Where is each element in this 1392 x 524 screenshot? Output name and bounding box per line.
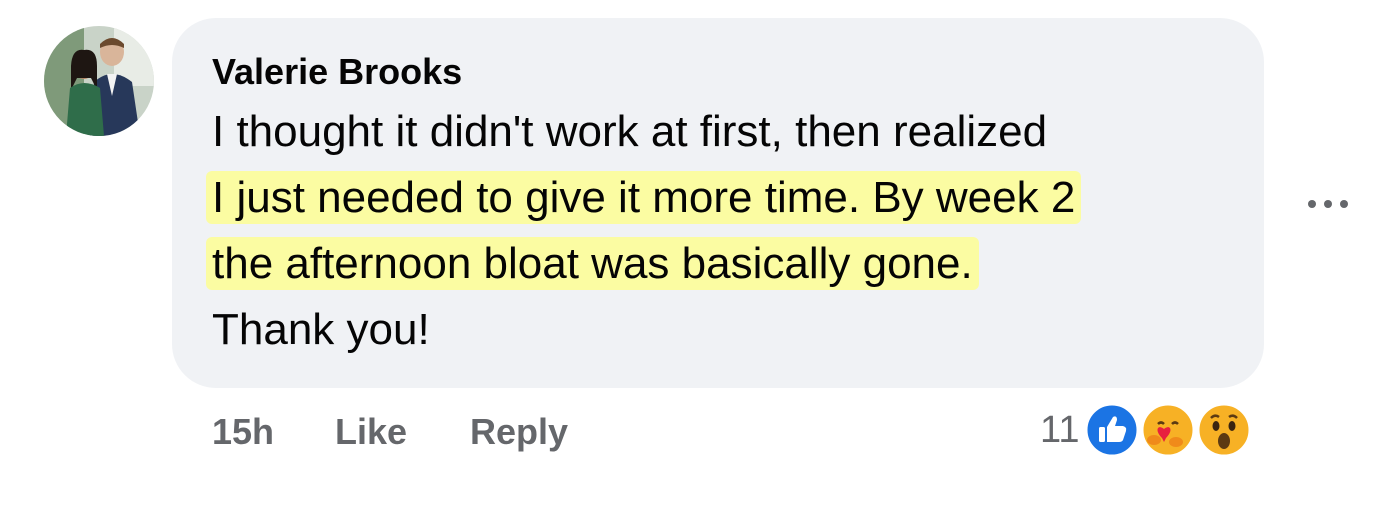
comment-author[interactable]: Valerie Brooks xyxy=(212,50,462,94)
reaction-count[interactable]: 11 xyxy=(1040,408,1079,452)
like-button[interactable]: Like xyxy=(335,410,407,454)
comment-text-line: Thank you! xyxy=(212,302,430,358)
comment-text-line: the afternoon bloat was basically gone. xyxy=(206,236,979,292)
comment-text-line: I just needed to give it more time. By w… xyxy=(206,170,1082,226)
comment-text-line: I thought it didn't work at first, then … xyxy=(212,104,1047,160)
comment-timestamp[interactable]: 15h xyxy=(212,410,274,454)
highlighted-text: I just needed to give it more time. By w… xyxy=(206,171,1082,224)
wow-icon xyxy=(1196,402,1252,458)
care-icon xyxy=(1140,402,1196,458)
avatar-photo xyxy=(44,26,154,136)
like-icon xyxy=(1084,402,1140,458)
highlighted-text: the afternoon bloat was basically gone. xyxy=(206,237,979,290)
comment-text: Thank you! xyxy=(212,305,430,354)
comment-text: I thought it didn't work at first, then … xyxy=(212,107,1048,156)
reply-button[interactable]: Reply xyxy=(470,410,568,454)
avatar[interactable] xyxy=(44,26,154,136)
more-options-icon[interactable] xyxy=(1300,184,1356,224)
